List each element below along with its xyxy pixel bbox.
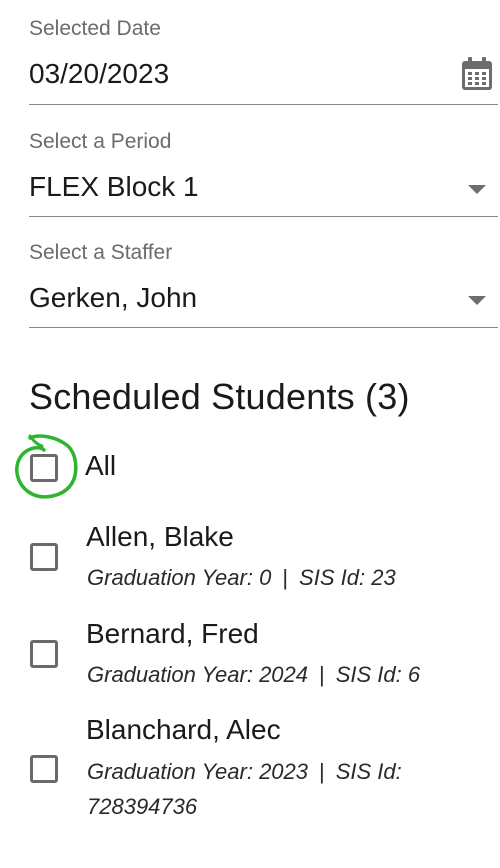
grad-year-value: 2023: [259, 759, 309, 784]
student-name: Allen, Blake: [86, 521, 234, 552]
grad-year-prefix: Graduation Year:: [87, 759, 253, 784]
date-field-value[interactable]: 03/20/2023: [29, 58, 169, 90]
sis-prefix: SIS Id:: [335, 662, 402, 687]
student-meta: Graduation Year: 0 | SIS Id: 23: [87, 560, 487, 595]
student-checkbox[interactable]: [30, 755, 58, 783]
sis-id-value: 728394736: [87, 794, 198, 819]
meta-separator: |: [282, 565, 289, 590]
student-meta: Graduation Year: 2023 | SIS Id: 728394736: [87, 754, 487, 824]
period-select[interactable]: Select a Period FLEX Block 1: [29, 104, 498, 217]
meta-separator: |: [319, 662, 325, 687]
sis-prefix: SIS Id:: [299, 565, 366, 590]
period-select-label: Select a Period: [29, 130, 172, 153]
student-checkbox[interactable]: [30, 543, 58, 571]
student-checkbox[interactable]: [30, 640, 58, 668]
select-all-checkbox[interactable]: [30, 454, 58, 482]
date-field-label: Selected Date: [29, 17, 161, 40]
grad-year-prefix: Graduation Year:: [87, 662, 253, 687]
calendar-icon[interactable]: [460, 56, 494, 92]
date-field[interactable]: Selected Date 03/20/2023: [29, 0, 498, 105]
select-all-label: All: [85, 450, 117, 481]
sis-id-value: 23: [371, 565, 396, 590]
student-meta: Graduation Year: 2024 | SIS Id: 6: [87, 657, 487, 692]
grad-year-value: 2024: [259, 662, 309, 687]
grad-year-value: 0: [259, 565, 272, 590]
student-name: Bernard, Fred: [86, 618, 259, 649]
sis-prefix: SIS Id:: [335, 759, 402, 784]
student-name: Blanchard, Alec: [86, 714, 281, 745]
chevron-down-icon[interactable]: [468, 185, 486, 194]
chevron-down-icon[interactable]: [468, 296, 486, 305]
grad-year-prefix: Graduation Year:: [87, 565, 253, 590]
sis-id-value: 6: [407, 662, 421, 687]
staffer-select-value[interactable]: Gerken, John: [29, 282, 197, 314]
scheduled-students-title: Scheduled Students (3): [29, 376, 410, 417]
staffer-select-label: Select a Staffer: [29, 241, 173, 264]
period-select-value[interactable]: FLEX Block 1: [29, 171, 199, 203]
staffer-select[interactable]: Select a Staffer Gerken, John: [29, 216, 498, 328]
meta-separator: |: [319, 759, 325, 784]
